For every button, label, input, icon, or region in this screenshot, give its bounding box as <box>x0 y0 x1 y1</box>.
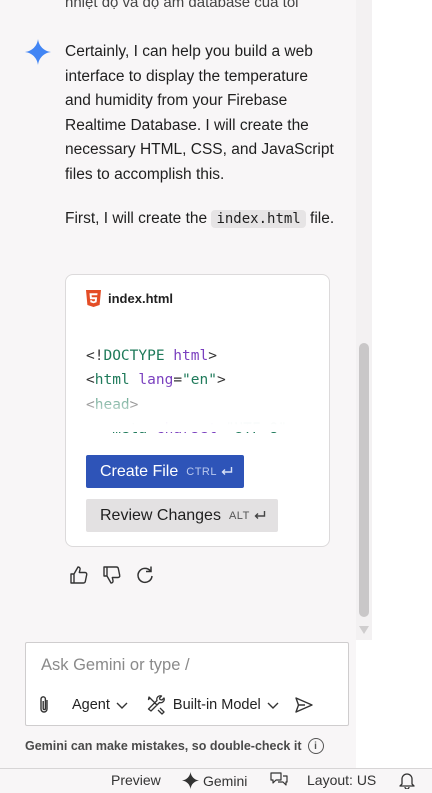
code-fade-overlay <box>86 382 316 432</box>
gemini-star-icon <box>25 39 51 65</box>
create-shortcut-key: CTRL <box>186 465 217 478</box>
chevron-down-icon <box>267 702 279 709</box>
reply-first-suffix: file. <box>310 210 335 227</box>
user-message-tail: nhiệt độ và độ ẩm database của tôi <box>65 0 299 11</box>
feedback-status-icon[interactable] <box>270 772 288 788</box>
status-bar: Preview Gemini Layout: US <box>0 768 432 793</box>
file-header: index.html <box>86 290 173 307</box>
model-label: Built-in Model <box>172 697 261 713</box>
disclaimer: Gemini can make mistakes, so double-chec… <box>25 738 324 754</box>
status-preview[interactable]: Preview <box>111 772 161 788</box>
status-preview-label: Preview <box>111 772 161 788</box>
send-icon[interactable] <box>294 696 314 714</box>
attach-icon[interactable] <box>38 695 58 715</box>
code-line-1: <!DOCTYPE html> <box>86 344 287 369</box>
chat-input[interactable]: Ask Gemini or type / <box>41 656 190 675</box>
enter-key-icon <box>221 467 233 475</box>
enter-key-icon <box>254 511 266 519</box>
code-token: DOCTYPE <box>103 347 165 364</box>
file-name: index.html <box>108 291 174 306</box>
thumbs-up-icon[interactable] <box>68 563 90 587</box>
chevron-down-icon <box>116 702 128 709</box>
agent-mode-label: Agent <box>72 697 110 713</box>
model-dropdown[interactable]: Built-in Model <box>173 697 280 713</box>
thumbs-down-icon[interactable] <box>101 563 123 587</box>
feedback-row <box>68 563 156 587</box>
status-layout-label: Layout: US <box>307 772 377 788</box>
notifications-bell-icon[interactable] <box>399 772 415 789</box>
chat-input-box[interactable]: Ask Gemini or type / Agent Built-in Mode… <box>25 642 349 726</box>
create-file-button[interactable]: Create File CTRL <box>86 455 244 488</box>
regenerate-icon[interactable] <box>134 563 156 587</box>
scrollbar-thumb[interactable] <box>359 343 369 617</box>
review-shortcut-key: ALT <box>228 509 250 522</box>
create-file-label: Create File <box>100 462 179 480</box>
reply-paragraph: Certainly, I can help you build a web in… <box>65 43 334 183</box>
code-token: html <box>164 347 209 364</box>
reply-first-step: First, I will create the index.html file… <box>65 207 335 232</box>
code-token: <! <box>86 347 104 364</box>
create-shortcut-hint: CTRL <box>186 466 233 478</box>
inline-code-filename: index.html <box>211 210 306 228</box>
status-gemini[interactable]: Gemini <box>182 772 247 789</box>
tools-icon[interactable] <box>147 695 167 715</box>
scroll-down-arrow[interactable] <box>359 626 369 634</box>
code-card: index.html <!DOCTYPE html> <html lang="en… <box>65 274 330 547</box>
status-layout[interactable]: Layout: US <box>307 772 376 788</box>
gemini-star-icon <box>182 772 199 789</box>
status-gemini-label: Gemini <box>203 772 248 789</box>
review-changes-button[interactable]: Review Changes ALT <box>86 499 278 532</box>
info-icon[interactable]: i <box>307 738 324 754</box>
input-toolbar: Agent Built-in Model <box>38 695 314 715</box>
html5-icon <box>86 290 101 307</box>
disclaimer-text: Gemini can make mistakes, so double-chec… <box>25 739 302 753</box>
agent-mode-dropdown[interactable]: Agent <box>72 697 129 713</box>
review-changes-label: Review Changes <box>100 506 221 524</box>
code-token: > <box>208 347 217 364</box>
assistant-reply: Certainly, I can help you build a web in… <box>65 40 335 252</box>
reply-first-prefix: First, I will create the <box>65 210 208 227</box>
review-shortcut-hint: ALT <box>229 510 266 522</box>
